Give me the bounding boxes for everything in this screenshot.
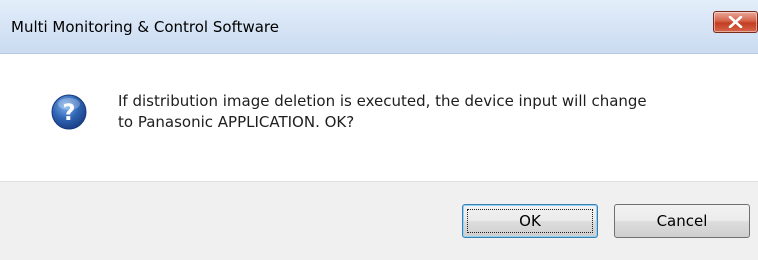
close-button[interactable] <box>713 11 758 33</box>
confirmation-dialog: Multi Monitoring & Control Software ? If… <box>0 0 758 260</box>
dialog-message: If distribution image deletion is execut… <box>118 91 738 133</box>
cancel-button[interactable]: Cancel <box>614 204 750 238</box>
button-bar: OK Cancel <box>0 181 758 260</box>
cancel-button-label: Cancel <box>656 212 708 230</box>
window-title: Multi Monitoring & Control Software <box>11 18 279 36</box>
title-bar[interactable]: Multi Monitoring & Control Software <box>0 0 758 54</box>
message-line-2: to Panasonic APPLICATION. OK? <box>118 113 355 131</box>
ok-button-label: OK <box>519 212 541 230</box>
ok-button[interactable]: OK <box>462 204 598 238</box>
dialog-content: ? If distribution image deletion is exec… <box>0 54 758 180</box>
svg-text:?: ? <box>63 101 76 126</box>
message-line-1: If distribution image deletion is execut… <box>118 92 647 110</box>
question-icon: ? <box>51 94 87 130</box>
close-icon <box>728 16 743 28</box>
